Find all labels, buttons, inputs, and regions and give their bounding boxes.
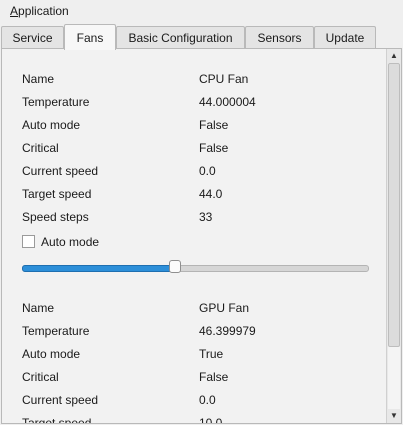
fan-row-temperature: Temperature 46.399979 [22, 324, 256, 338]
slider-handle[interactable] [169, 260, 181, 273]
fan-row-critical: Critical False [22, 370, 229, 384]
fan-row-target-speed: Target speed 10.0 [22, 416, 223, 424]
fan-row-name: Name GPU Fan [22, 301, 250, 315]
scroll-thumb[interactable] [388, 63, 400, 347]
tab-basic-configuration[interactable]: Basic Configuration [116, 26, 245, 48]
tab-sensors[interactable]: Sensors [245, 26, 314, 48]
tab-bar: Service Fans Basic Configuration Sensors… [1, 24, 401, 50]
menu-bar: Application [0, 0, 403, 22]
tab-fans[interactable]: Fans [64, 24, 116, 50]
fan-row-name: Name CPU Fan [22, 72, 249, 86]
vertical-scrollbar[interactable]: ▲ ▼ [386, 49, 401, 423]
fan-row-speed-steps: Speed steps 33 [22, 210, 213, 224]
scroll-up-icon[interactable]: ▲ [387, 49, 401, 63]
scroll-down-icon[interactable]: ▼ [387, 409, 401, 423]
fan-row-temperature: Temperature 44.000004 [22, 95, 256, 109]
fans-content: Name CPU Fan Temperature 44.000004 Auto mo… [2, 49, 386, 424]
target-speed-slider[interactable] [22, 259, 369, 275]
slider-fill [22, 265, 173, 272]
fan-row-target-speed: Target speed 44.0 [22, 187, 223, 201]
auto-mode-checkbox[interactable] [22, 235, 35, 248]
auto-mode-checkbox-label[interactable]: Auto mode [41, 235, 99, 249]
menu-application[interactable]: Application [10, 4, 69, 18]
tab-update[interactable]: Update [314, 26, 376, 48]
tab-service[interactable]: Service [1, 26, 64, 48]
fan-row-critical: Critical False [22, 141, 229, 155]
fans-panel: Name CPU Fan Temperature 44.000004 Auto mo… [1, 48, 402, 424]
fan-row-auto-mode: Auto mode False [22, 118, 229, 132]
fan-row-auto-mode: Auto mode True [22, 347, 224, 361]
fan-row-current-speed: Current speed 0.0 [22, 164, 216, 178]
fan-row-current-speed: Current speed 0.0 [22, 393, 216, 407]
